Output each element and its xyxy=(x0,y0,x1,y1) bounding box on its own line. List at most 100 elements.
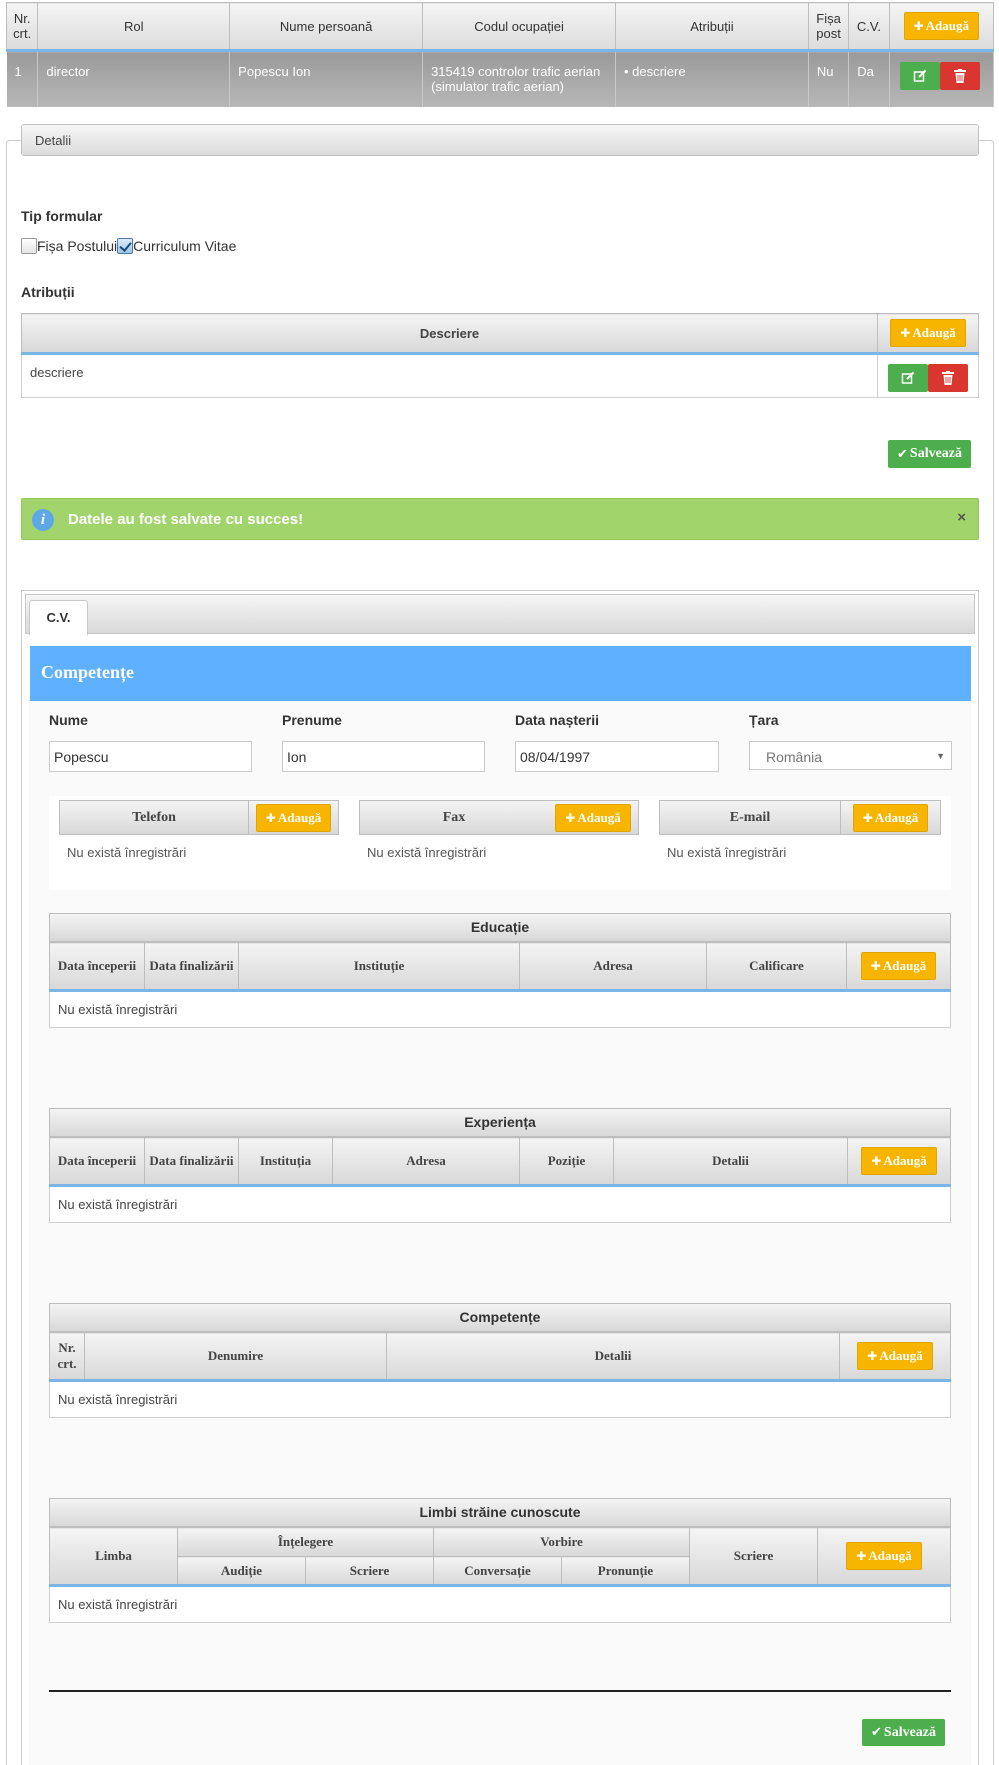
row-atributii: • descriere xyxy=(615,50,809,107)
limbi-actions: ✚ Adaugă xyxy=(817,1527,951,1587)
data-nasterii-input[interactable]: 08/04/1997 xyxy=(515,741,719,772)
row-actions xyxy=(889,50,995,107)
col-adresa: Adresa xyxy=(519,942,707,992)
add-experienta-button[interactable]: ✚ Adaugă xyxy=(861,1147,937,1175)
educatie-empty: Nu există înregistrări xyxy=(49,990,951,1028)
curriculum-vitae-label: Curriculum Vitae xyxy=(133,238,237,254)
telefon-actions: ✚ Adaugă xyxy=(248,801,338,834)
plus-icon: ✚ xyxy=(265,810,276,825)
trash-icon xyxy=(953,69,966,83)
tara-select[interactable]: România ▼ xyxy=(749,741,952,770)
delete-button[interactable] xyxy=(928,364,968,392)
success-alert: i Datele au fost salvate cu succes! × xyxy=(21,498,979,540)
competente-empty: Nu există înregistrări xyxy=(49,1380,951,1418)
tab-cv[interactable]: C.V. xyxy=(29,600,88,635)
prenume-label: Prenume xyxy=(282,712,342,728)
atributii-actions-header: ✚ Adaugă xyxy=(877,313,979,355)
educatie-table: Educație Data începerii Data finalizării… xyxy=(49,913,951,1028)
col-institutia: Instituția xyxy=(238,1137,333,1187)
add-limba-button[interactable]: ✚ Adaugă xyxy=(846,1542,922,1570)
col-scriere: Scriere xyxy=(689,1527,818,1587)
col-actions: ✚ Adaugă xyxy=(888,2,995,52)
competente-title: Competențe xyxy=(49,1303,951,1332)
nume-label: Nume xyxy=(49,712,88,728)
experienta-title: Experiența xyxy=(49,1108,951,1137)
fisa-postului-checkbox[interactable] xyxy=(21,238,37,254)
save-cv-button[interactable]: ✔ Salvează xyxy=(862,1719,946,1746)
prenume-input[interactable]: Ion xyxy=(282,741,485,772)
telefon-header: Telefon xyxy=(132,810,176,825)
plus-icon: ✚ xyxy=(870,959,881,973)
educatie-title: Educație xyxy=(49,913,951,942)
table-row[interactable]: 1 director Popescu Ion 315419 controlor … xyxy=(6,50,995,107)
edit-icon xyxy=(913,69,926,82)
edit-button[interactable] xyxy=(888,364,928,392)
col-detalii: Detalii xyxy=(386,1332,840,1382)
add-role-button[interactable]: ✚ Adaugă xyxy=(903,12,980,40)
row-cod: 315419 controlor trafic aerian (simulato… xyxy=(422,50,616,107)
col-nr: Nr. crt. xyxy=(5,2,39,52)
curriculum-vitae-checkbox[interactable] xyxy=(117,238,134,254)
add-atributie-button[interactable]: ✚ Adaugă xyxy=(890,319,966,347)
add-email-button[interactable]: ✚ Adaugă xyxy=(852,803,929,832)
row-rol: director xyxy=(37,50,231,107)
add-fax-button[interactable]: ✚ Adaugă xyxy=(555,803,631,832)
col-scriere-intelegere: Scriere xyxy=(305,1556,434,1587)
col-limba: Limba xyxy=(49,1527,178,1587)
nume-input[interactable]: Popescu xyxy=(49,741,252,772)
col-nume: Nume persoană xyxy=(229,2,424,52)
telefon-table: Telefon ✚ Adaugă Nu există înregistrări xyxy=(59,800,339,870)
add-competenta-button[interactable]: ✚ Adaugă xyxy=(857,1342,933,1370)
col-cod: Codul ocupației xyxy=(422,2,616,52)
plus-icon: ✚ xyxy=(900,326,911,340)
col-vorbire: Vorbire xyxy=(433,1527,690,1557)
tip-formular-options: Fișa Postului Curriculum Vitae xyxy=(21,238,236,254)
telefon-empty: Nu există înregistrări xyxy=(67,845,187,860)
atributie-descriere: descriere xyxy=(21,353,878,398)
alert-message: Datele au fost salvate cu succes! xyxy=(68,511,304,528)
add-educatie-button[interactable]: ✚ Adaugă xyxy=(860,952,937,980)
plus-icon: ✚ xyxy=(913,19,924,33)
chevron-down-icon: ▼ xyxy=(936,751,945,761)
plus-icon: ✚ xyxy=(565,810,576,825)
fax-empty: Nu există înregistrări xyxy=(367,845,487,860)
atributii-label: Atribuții xyxy=(21,284,75,300)
col-conversatie: Conversație xyxy=(433,1556,562,1587)
col-pronuntie: Pronunție xyxy=(561,1556,690,1587)
save-details-button[interactable]: ✔ Salvează xyxy=(888,440,972,468)
competente-table: Competențe Nr. crt. Denumire Detalii ✚ Ad… xyxy=(49,1303,951,1418)
email-header: E-mail xyxy=(729,810,771,825)
check-icon: ✔ xyxy=(871,1725,882,1740)
close-icon[interactable]: × xyxy=(957,509,966,526)
delete-button[interactable] xyxy=(939,62,980,90)
email-empty: Nu există înregistrări xyxy=(667,845,787,860)
atributie-actions xyxy=(877,353,979,398)
add-telefon-button[interactable]: ✚ Adaugă xyxy=(255,803,332,832)
col-cv: C.V. xyxy=(848,2,890,52)
edit-button[interactable] xyxy=(899,62,940,90)
fax-actions: ✚ Adaugă xyxy=(548,801,638,834)
col-fisa: Fișa post xyxy=(807,2,850,52)
divider xyxy=(49,1690,951,1692)
experienta-actions: ✚ Adaugă xyxy=(847,1137,951,1187)
tara-label: Țara xyxy=(749,712,779,728)
table-row[interactable]: descriere xyxy=(21,353,979,398)
col-intelegere: Înțelegere xyxy=(177,1527,434,1557)
data-nasterii-label: Data nașterii xyxy=(515,712,600,728)
col-data-inceperii: Data începerii xyxy=(49,942,145,992)
experienta-empty: Nu există înregistrări xyxy=(49,1185,951,1223)
plus-icon: ✚ xyxy=(867,1349,878,1363)
col-institutie: Instituție xyxy=(238,942,520,992)
limbi-empty: Nu există înregistrări xyxy=(49,1585,951,1623)
competente-actions: ✚ Adaugă xyxy=(839,1332,951,1382)
col-rol: Rol xyxy=(37,2,231,52)
atributii-table: Descriere ✚ Adaugă descriere xyxy=(21,313,979,398)
fax-header: Fax xyxy=(442,810,466,825)
descriere-header: Descriere xyxy=(21,313,878,355)
col-calificare: Calificare xyxy=(706,942,847,992)
row-fisa-post: Nu xyxy=(808,50,850,107)
roles-table: Nr. crt. Rol Nume persoană Codul ocupați… xyxy=(5,2,995,107)
fisa-postului-label: Fișa Postului xyxy=(37,238,118,254)
col-adresa: Adresa xyxy=(332,1137,520,1187)
edit-icon xyxy=(901,371,915,384)
